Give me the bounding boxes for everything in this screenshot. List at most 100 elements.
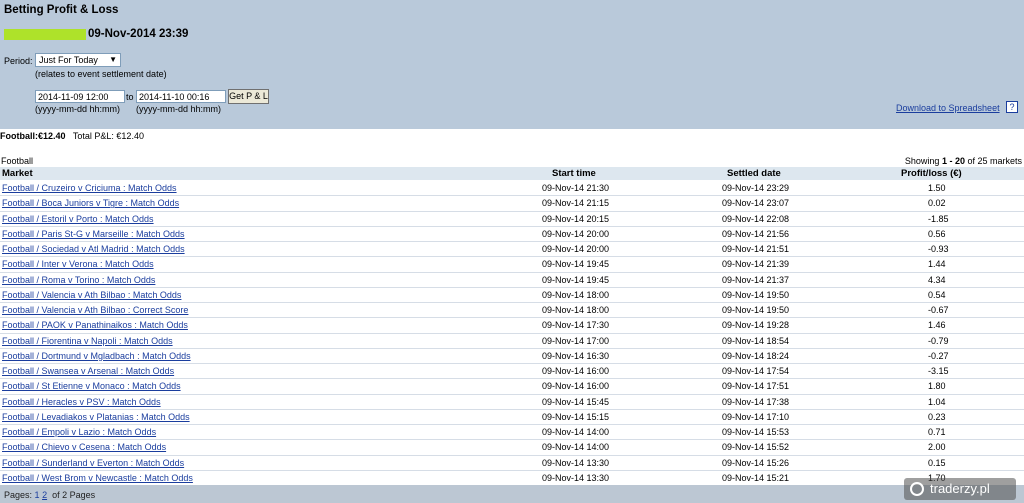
- table-row: Football / Paris St-G v Marseille : Matc…: [0, 227, 1024, 242]
- market-link[interactable]: Football / Roma v Torino : Match Odds: [2, 275, 155, 285]
- settled-date-cell: 09-Nov-14 15:26: [722, 457, 790, 468]
- market-link[interactable]: Football / Estoril v Porto : Match Odds: [2, 214, 154, 224]
- table-row: Football / Levadiakos v Platanias : Matc…: [0, 410, 1024, 425]
- footer-bar: [0, 485, 1024, 503]
- period-selected-value: Just For Today: [39, 55, 98, 65]
- market-link[interactable]: Football / Paris St-G v Marseille : Matc…: [2, 229, 185, 239]
- date-from-input[interactable]: [35, 90, 125, 103]
- settled-date-cell: 09-Nov-14 15:53: [722, 427, 790, 437]
- settled-date-cell: 09-Nov-14 21:37: [722, 274, 790, 285]
- table-row: Football / Empoli v Lazio : Match Odds 09…: [0, 425, 1024, 441]
- market-link[interactable]: Football / Empoli v Lazio : Match Odds: [2, 427, 156, 437]
- table-header: Market Start time Settled date Profit/lo…: [0, 167, 1024, 180]
- start-time-cell: 09-Nov-14 15:15: [542, 411, 610, 422]
- table-row: Football / PAOK v Panathinaikos : Match …: [0, 318, 1024, 334]
- total-pl-label: Total P&L:: [72, 131, 114, 141]
- start-time-cell: 09-Nov-14 16:00: [542, 366, 610, 376]
- market-link[interactable]: Football / Chievo v Cesena : Match Odds: [2, 442, 166, 452]
- settled-date-cell: 09-Nov-14 17:51: [722, 381, 790, 392]
- profit-loss-cell: 0.23: [928, 411, 946, 422]
- start-time-cell: 09-Nov-14 18:00: [542, 289, 610, 300]
- table-row: Football / Sociedad v Atl Madrid : Match…: [0, 242, 1024, 258]
- market-link[interactable]: Football / Dortmund v Mgladbach : Match …: [2, 351, 191, 361]
- pages-summary: of 2 Pages: [52, 490, 96, 500]
- page-title: Betting Profit & Loss: [4, 4, 119, 16]
- redacted-username: [4, 29, 86, 40]
- date-to-format-hint: (yyyy-mm-dd hh:mm): [136, 104, 221, 114]
- settled-date-cell: 09-Nov-14 18:54: [722, 335, 790, 346]
- market-link[interactable]: Football / Swansea v Arsenal : Match Odd…: [2, 366, 174, 376]
- start-time-cell: 09-Nov-14 18:00: [542, 305, 610, 315]
- start-time-cell: 09-Nov-14 16:30: [542, 350, 610, 361]
- table-row: Football / Boca Juniors v Tigre : Match …: [0, 196, 1024, 212]
- profit-loss-cell: -0.67: [928, 305, 949, 315]
- settled-date-cell: 09-Nov-14 21:56: [722, 228, 790, 239]
- start-time-cell: 09-Nov-14 16:00: [542, 381, 610, 392]
- help-icon[interactable]: ?: [1006, 101, 1018, 113]
- market-link[interactable]: Football / Cruzeiro v Criciuma : Match O…: [2, 183, 177, 193]
- pl-summary: Football:€12.40 Total P&L: €12.40: [0, 131, 144, 141]
- market-link[interactable]: Football / Sociedad v Atl Madrid : Match…: [2, 244, 185, 254]
- market-link[interactable]: Football / St Etienne v Monaco : Match O…: [2, 381, 181, 391]
- settled-date-cell: 09-Nov-14 22:08: [722, 213, 790, 224]
- market-link[interactable]: Football / Inter v Verona : Match Odds: [2, 259, 154, 269]
- dropdown-arrow-icon: ▼: [109, 55, 117, 64]
- current-datetime: 09-Nov-2014 23:39: [88, 28, 189, 40]
- period-select[interactable]: Just For Today ▼: [35, 53, 121, 67]
- market-link[interactable]: Football / West Brom v Newcastle : Match…: [2, 473, 193, 483]
- settled-date-cell: 09-Nov-14 17:54: [722, 366, 790, 376]
- table-row: Football / Valencia v Ath Bilbao : Corre…: [0, 303, 1024, 319]
- start-time-cell: 09-Nov-14 14:00: [542, 427, 610, 437]
- market-link[interactable]: Football / Valencia v Ath Bilbao : Corre…: [2, 305, 188, 315]
- table-row: Football / Estoril v Porto : Match Odds 0…: [0, 212, 1024, 227]
- showing-count: Showing 1 - 20 of 25 markets: [904, 156, 1022, 166]
- profit-loss-cell: 1.46: [928, 320, 946, 331]
- market-link[interactable]: Football / Valencia v Ath Bilbao : Match…: [2, 290, 181, 300]
- market-link[interactable]: Football / Fiorentina v Napoli : Match O…: [2, 336, 173, 346]
- profit-loss-cell: 4.34: [928, 274, 946, 285]
- column-market: Market: [2, 168, 33, 179]
- download-spreadsheet-link[interactable]: Download to Spreadsheet: [896, 103, 1000, 113]
- start-time-cell: 09-Nov-14 17:00: [542, 335, 610, 346]
- period-label: Period:: [4, 56, 33, 66]
- market-link[interactable]: Football / Sunderland v Everton : Match …: [2, 458, 184, 468]
- football-total-label: Football:: [0, 131, 38, 141]
- watermark-logo-icon: [910, 482, 924, 496]
- market-link[interactable]: Football / Boca Juniors v Tigre : Match …: [2, 198, 179, 208]
- pagination: Pages: 1 2 of 2 Pages: [4, 490, 95, 500]
- settled-date-cell: 09-Nov-14 15:21: [722, 472, 790, 483]
- market-link[interactable]: Football / PAOK v Panathinaikos : Match …: [2, 320, 188, 330]
- start-time-cell: 09-Nov-14 13:30: [542, 457, 610, 468]
- table-row: Football / Cruzeiro v Criciuma : Match O…: [0, 181, 1024, 197]
- page-2-link[interactable]: 2: [42, 490, 47, 500]
- page-1-link[interactable]: 1: [35, 490, 40, 500]
- profit-loss-cell: 1.80: [928, 381, 946, 392]
- column-profit-loss: Profit/loss (€): [901, 168, 962, 179]
- profit-loss-cell: 1.50: [928, 183, 946, 193]
- profit-loss-cell: -3.15: [928, 366, 949, 376]
- settled-date-cell: 09-Nov-14 19:50: [722, 305, 790, 315]
- profit-loss-cell: 0.56: [928, 228, 946, 239]
- profit-loss-cell: 0.15: [928, 457, 946, 468]
- date-to-input[interactable]: [136, 90, 226, 103]
- start-time-cell: 09-Nov-14 13:30: [542, 472, 610, 483]
- start-time-cell: 09-Nov-14 17:30: [542, 320, 610, 331]
- get-pl-button[interactable]: Get P & L: [228, 89, 269, 104]
- column-start-time: Start time: [552, 168, 596, 179]
- start-time-cell: 09-Nov-14 21:15: [542, 198, 610, 209]
- settled-date-cell: 09-Nov-14 21:51: [722, 244, 790, 254]
- profit-loss-cell: 0.02: [928, 198, 946, 209]
- table-row: Football / Chievo v Cesena : Match Odds 0…: [0, 440, 1024, 456]
- settled-date-cell: 09-Nov-14 23:29: [722, 183, 790, 193]
- market-link[interactable]: Football / Levadiakos v Platanias : Matc…: [2, 412, 190, 422]
- to-label: to: [126, 92, 134, 102]
- start-time-cell: 09-Nov-14 14:00: [542, 442, 610, 453]
- pages-label: Pages:: [4, 490, 33, 500]
- table-row: Football / Valencia v Ath Bilbao : Match…: [0, 288, 1024, 303]
- table-row: Football / Dortmund v Mgladbach : Match …: [0, 349, 1024, 364]
- table-row: Football / West Brom v Newcastle : Match…: [0, 471, 1024, 486]
- settled-date-cell: 09-Nov-14 19:50: [722, 289, 790, 300]
- table-row: Football / Heracles v PSV : Match Odds 09…: [0, 395, 1024, 410]
- market-link[interactable]: Football / Heracles v PSV : Match Odds: [2, 397, 161, 407]
- profit-loss-cell: 2.00: [928, 442, 946, 453]
